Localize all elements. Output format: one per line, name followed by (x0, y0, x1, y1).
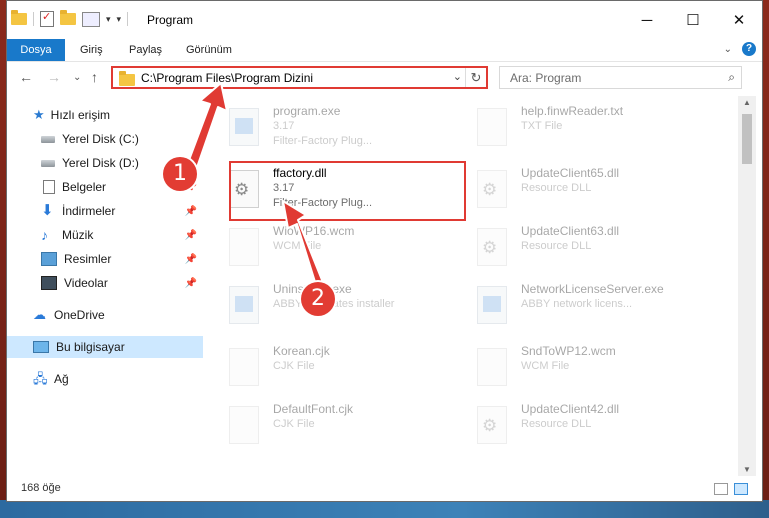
step-1-badge: 1 (163, 157, 197, 191)
step-2-badge: 2 (301, 282, 335, 316)
taskbar-strip (0, 500, 769, 518)
annotation-arrows (182, 82, 329, 299)
explorer-window: ▾ ▾ Program ─ ☐ ✕ Dosya Giriş Paylaş Gör… (6, 0, 763, 502)
